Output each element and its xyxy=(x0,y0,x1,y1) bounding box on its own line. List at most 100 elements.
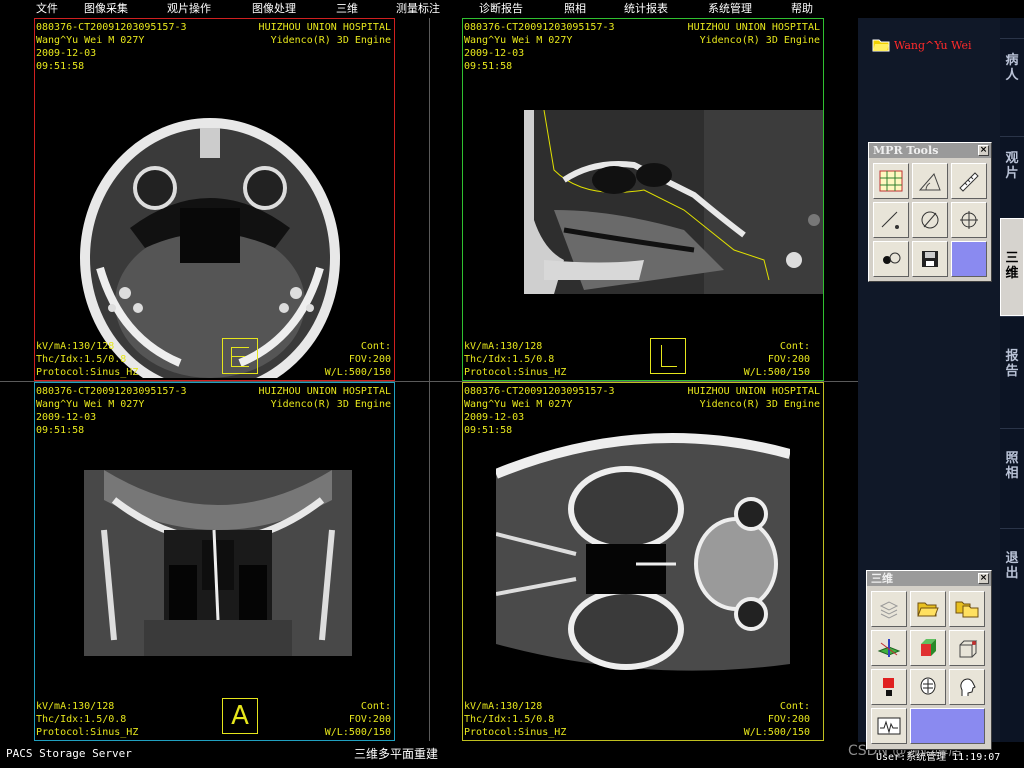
tab-patient[interactable]: 病人 xyxy=(1000,38,1024,136)
overlay-bottom-right: Cont: FOV:200 W/L:500/150 xyxy=(743,701,810,738)
menu-diagnosis-report[interactable]: 诊断报告 xyxy=(479,0,523,18)
empty-tool-slot xyxy=(910,708,985,744)
viewport-divider-vertical xyxy=(429,18,430,741)
patient-name: Wang^Yu Wei xyxy=(894,38,972,52)
head-icon xyxy=(960,678,976,696)
side-tabs: 病人 观片 三维 报告 照相 退出 xyxy=(1000,18,1024,742)
mesh-cube-icon xyxy=(959,640,978,658)
crosshair-button[interactable] xyxy=(951,202,987,238)
thickness-index: Thc/Idx:1.5/0.8 xyxy=(36,354,127,365)
volume-render-button[interactable] xyxy=(910,630,946,666)
save-button[interactable] xyxy=(912,241,948,277)
overlay-bottom-right: Cont: FOV:200 W/L:500/150 xyxy=(324,701,391,738)
viewport-axial[interactable]: 080376-CT20091203095157-3 Wang^Yu Wei M 0… xyxy=(0,18,429,381)
menu-image-processing[interactable]: 图像处理 xyxy=(252,0,296,18)
menu-statistics[interactable]: 统计报表 xyxy=(624,0,668,18)
protractor-icon xyxy=(918,173,941,191)
grid-layout-button[interactable] xyxy=(873,163,909,199)
menu-measurement[interactable]: 测量标注 xyxy=(396,0,440,18)
overlay-top-left: 080376-CT20091203095157-3 Wang^Yu Wei M 0… xyxy=(36,386,187,436)
histogram-button[interactable] xyxy=(871,708,907,744)
three-d-tools-close-button[interactable]: × xyxy=(978,573,989,584)
hospital-name: HUIZHOU UNION HOSPITAL xyxy=(258,22,391,33)
overlay-bottom-left: kV/mA:130/128 Thc/Idx:1.5/0.8 Protocol:Sin… xyxy=(36,340,138,379)
line-measure-button[interactable] xyxy=(873,202,909,238)
overlay-top-right: HUIZHOU UNION HOSPITAL Yidenco(R) 3D Engi… xyxy=(687,386,820,410)
cube-icon xyxy=(921,639,936,656)
orientation-cube-icon: A xyxy=(222,698,258,734)
open-folder-icon xyxy=(917,602,939,617)
open-folder-button[interactable] xyxy=(910,591,946,627)
mpr-tools-window: MPR Tools × xyxy=(868,142,992,282)
engine-name: Yidenco(R) 3D Engine xyxy=(270,35,391,46)
tab-report[interactable]: 报告 xyxy=(1000,316,1024,428)
viewport-oblique[interactable]: 080376-CT20091203095157-3 Wang^Yu Wei M 0… xyxy=(430,382,858,741)
overlay-bottom-right: Cont: FOV:200 W/L:500/150 xyxy=(743,341,810,378)
menu-help[interactable]: 帮助 xyxy=(791,0,813,18)
three-d-tools-window: 三维 × xyxy=(866,570,992,750)
folder-icon xyxy=(872,39,890,52)
cut-plane-button[interactable] xyxy=(871,669,907,705)
menu-photo[interactable]: 照相 xyxy=(564,0,586,18)
kv-ma: kV/mA:130/128 xyxy=(36,341,115,352)
patient-entry[interactable]: Wang^Yu Wei xyxy=(872,38,972,52)
menu-system-management[interactable]: 系统管理 xyxy=(708,0,752,18)
tab-photo[interactable]: 照相 xyxy=(1000,428,1024,528)
overlay-bottom-right: Cont: FOV:200 W/L:500/150 xyxy=(325,340,391,379)
mpr-mode-button[interactable] xyxy=(871,630,907,666)
mode-status: 三维多平面重建 xyxy=(354,747,439,761)
menu-viewing-operations[interactable]: 观片操作 xyxy=(167,0,211,18)
points-icon xyxy=(883,252,901,264)
status-bar: PACS Storage Server 三维多平面重建 xyxy=(0,742,858,768)
rotate-slice-button[interactable] xyxy=(912,202,948,238)
viewport-coronal[interactable]: 080376-CT20091203095157-3 Wang^Yu Wei M 0… xyxy=(0,382,429,741)
overlay-top-left: 080376-CT20091203095157-3 Wang^Yu Wei M 0… xyxy=(464,22,615,72)
contrast: Cont: xyxy=(360,341,391,352)
mpr-tools-title: MPR Tools × xyxy=(869,143,991,158)
tab-exit[interactable]: 退出 xyxy=(1000,528,1024,628)
orientation-cube-icon xyxy=(222,338,258,374)
patient-info: Wang^Yu Wei M 027Y xyxy=(36,35,145,46)
red-square-icon xyxy=(883,678,894,696)
ct-oblique-image xyxy=(496,414,790,684)
menu-image-acquisition[interactable]: 图像采集 xyxy=(84,0,128,18)
waveform-icon xyxy=(877,717,901,735)
fov: FOV:200 xyxy=(348,354,391,365)
menu-3d[interactable]: 三维 xyxy=(336,0,358,18)
seed-point-button[interactable] xyxy=(873,241,909,277)
viewport-divider-horizontal xyxy=(0,381,858,382)
three-d-tools-title: 三维 × xyxy=(867,571,991,586)
ruler-button[interactable] xyxy=(951,163,987,199)
overlay-top-right: HUIZHOU UNION HOSPITAL Yidenco(R) 3D Engi… xyxy=(258,386,391,410)
mpr-tools-close-button[interactable]: × xyxy=(978,145,989,156)
ct-coronal-image xyxy=(84,470,352,656)
surface-render-button[interactable] xyxy=(949,630,985,666)
viewport-sagittal[interactable]: 080376-CT20091203095157-3 Wang^Yu Wei M 0… xyxy=(430,18,858,381)
angle-measure-button[interactable] xyxy=(912,163,948,199)
import-volume-button[interactable] xyxy=(871,591,907,627)
study-id: 080376-CT20091203095157-3 xyxy=(36,22,187,33)
overlay-bottom-left: kV/mA:130/128 Thc/Idx:1.5/0.8 Protocol:Sin… xyxy=(464,341,567,378)
menu-bar: 文件 图像采集 观片操作 图像处理 三维 测量标注 诊断报告 照相 统计报表 系… xyxy=(0,0,1024,18)
server-status: PACS Storage Server xyxy=(6,747,132,760)
circle-slash-icon xyxy=(921,211,939,229)
crosshair-icon xyxy=(960,211,978,229)
ct-sagittal-image xyxy=(524,110,824,294)
skull-render-button[interactable] xyxy=(910,669,946,705)
ct-axial-image xyxy=(80,118,340,378)
menu-file[interactable]: 文件 xyxy=(36,0,58,18)
study-time: 09:51:58 xyxy=(36,61,85,72)
overlay-top-right: HUIZHOU UNION HOSPITAL Yidenco(R) 3D Engi… xyxy=(259,21,391,47)
open-series-button[interactable] xyxy=(949,591,985,627)
protocol: Protocol:Sinus_HZ xyxy=(36,367,139,378)
floppy-disk-icon xyxy=(922,251,938,267)
planes-icon xyxy=(877,639,901,657)
tab-3d[interactable]: 三维 xyxy=(1000,218,1024,316)
folders-icon xyxy=(955,601,979,618)
grid-icon xyxy=(879,170,903,192)
measure-line-icon xyxy=(881,211,899,229)
overlay-top-left: 080376-CT20091203095157-3 Wang^Yu Wei M 0… xyxy=(36,21,187,73)
head-model-button[interactable] xyxy=(949,669,985,705)
ruler-icon xyxy=(959,172,979,192)
orientation-cube-icon xyxy=(650,338,686,374)
